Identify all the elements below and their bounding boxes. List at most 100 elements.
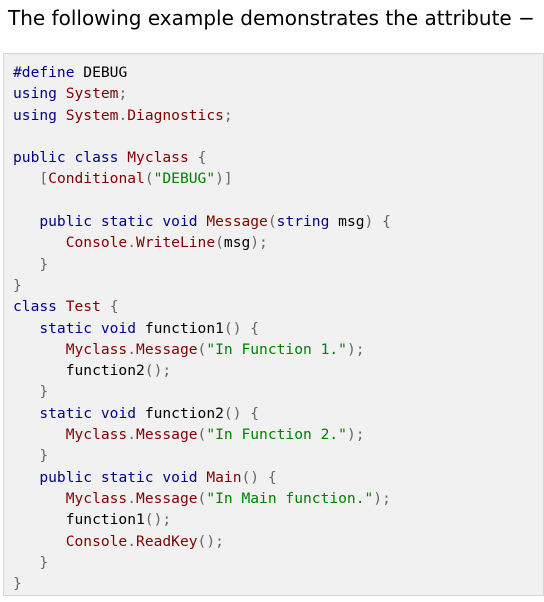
code-token: ; (118, 85, 128, 103)
code-line: [Conditional("DEBUG")] (13, 168, 391, 189)
code-token: { (250, 404, 260, 422)
code-token: Diagnostics (127, 106, 224, 124)
code-listing: #define DEBUG using System; using System.D… (13, 62, 391, 594)
code-token: Main (206, 468, 242, 486)
code-line: } (13, 573, 391, 594)
code-line: public static void Message(string msg) { (13, 211, 391, 232)
code-token: ); (346, 340, 365, 358)
code-line: } (13, 275, 391, 296)
code-token: Console (65, 234, 128, 252)
code-token: { (197, 149, 207, 167)
code-token: "In Main function." (206, 489, 374, 507)
code-token: function1 (136, 319, 224, 337)
code-line: public class Myclass { (13, 147, 391, 168)
code-token: Conditional (48, 170, 145, 188)
code-line: public static void Main() { (13, 467, 391, 488)
code-token: static (39, 404, 93, 422)
code-token: Myclass (65, 340, 128, 358)
code-token: Message (136, 340, 198, 358)
code-token: { (267, 468, 277, 486)
code-token: Myclass (65, 489, 128, 507)
code-line: using System.Diagnostics; (13, 105, 391, 126)
code-token: [ (39, 170, 49, 188)
code-line: Console.WriteLine(msg); (13, 232, 391, 253)
code-line: Myclass.Message("In Function 2."); (13, 424, 391, 445)
code-token: void (100, 404, 137, 422)
code-token: function1 (13, 511, 145, 529)
code-line: ​ (13, 190, 391, 211)
code-token: msg (329, 213, 365, 231)
code-line: } (13, 381, 391, 402)
code-token: (); (197, 532, 224, 550)
code-token: } (39, 553, 49, 571)
code-token: . (127, 489, 137, 507)
code-token: ); (373, 489, 391, 507)
code-token: void (162, 468, 198, 486)
code-line: #define DEBUG (13, 62, 391, 83)
code-token: (); (144, 511, 172, 529)
code-token: class (13, 298, 57, 316)
code-line: class Test { (13, 296, 391, 317)
code-token: ; (223, 106, 233, 124)
code-token: using (13, 85, 57, 103)
code-token: public (13, 149, 66, 167)
code-token: . (127, 532, 137, 550)
code-token: System (65, 85, 119, 103)
code-line: } (13, 445, 391, 466)
code-token: )] (215, 170, 233, 188)
code-token: . (127, 426, 137, 444)
code-token: (); (144, 362, 172, 380)
code-line: Myclass.Message("In Function 1."); (13, 339, 391, 360)
code-token: Message (136, 489, 198, 507)
code-token: System (65, 106, 119, 124)
code-line: static void function2() { (13, 403, 391, 424)
code-token: class (74, 149, 119, 167)
code-token: ); (346, 426, 365, 444)
code-token: ); (250, 234, 268, 252)
section-heading: The following example demonstrates the a… (8, 6, 535, 30)
code-token: void (162, 213, 198, 231)
code-line: using System; (13, 83, 391, 104)
code-token: "In Function 2." (206, 426, 347, 444)
code-token: ( (267, 213, 277, 231)
code-token: ReadKey (136, 532, 198, 550)
code-token: WriteLine (136, 234, 216, 252)
code-token: { (109, 298, 119, 316)
code-token: } (39, 383, 49, 401)
code-token: ( (144, 170, 154, 188)
code-token: } (13, 575, 22, 593)
code-token: { (250, 319, 260, 337)
code-token: static (100, 213, 154, 231)
code-line: } (13, 552, 391, 573)
code-token: DEBUG (74, 64, 128, 81)
code-token: public (39, 468, 93, 486)
code-token: Message (136, 426, 198, 444)
code-token: . (118, 106, 128, 124)
code-token: string (276, 213, 330, 231)
code-line: static void function1() { (13, 318, 391, 339)
code-line: Console.ReadKey(); (13, 531, 391, 552)
code-token: using (13, 106, 57, 124)
code-token: public (39, 213, 93, 231)
